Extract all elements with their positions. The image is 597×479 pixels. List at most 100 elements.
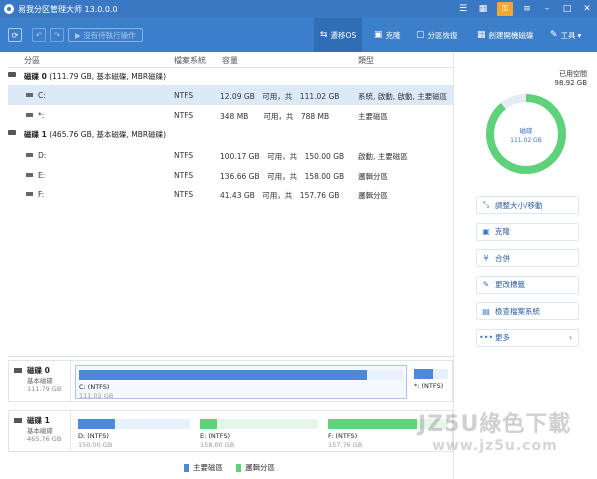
- maximize-icon[interactable]: □: [557, 0, 577, 18]
- close-icon[interactable]: ✕: [577, 0, 597, 18]
- used-space-value: 98.92 GB: [554, 79, 588, 87]
- minimize-icon[interactable]: –: [537, 0, 557, 18]
- tools-menu-button[interactable]: ✎ 工具 ▾: [550, 18, 581, 52]
- partition-recovery-button[interactable]: ▢ 分區恢復: [416, 18, 458, 52]
- partition-icon: [26, 173, 33, 177]
- usage-ring: 磁碟 111.02 GB: [486, 94, 566, 174]
- legend-label: 邏輯分區: [245, 463, 275, 472]
- usage-fill: [78, 419, 115, 429]
- create-bootdisk-button[interactable]: ▦ 創建開機磁碟: [477, 18, 534, 52]
- clone-button[interactable]: ▣ 克隆: [374, 18, 401, 52]
- hdd-icon: [14, 368, 22, 373]
- usage-bar: [78, 419, 190, 429]
- ring-size: 111.02 GB: [510, 137, 542, 144]
- clone-icon: ▣: [374, 30, 383, 40]
- ring-name: 磁碟: [520, 126, 534, 135]
- col-partition[interactable]: 分區: [24, 55, 40, 66]
- usage-fill: [328, 419, 417, 429]
- disk-map-1: 磁碟 1 基本磁碟 465.76 GB D: (NTFS) 150.00 GB …: [8, 410, 453, 452]
- partition-block-name: C: (NTFS): [79, 383, 110, 391]
- partition-row[interactable]: E: NTFS 136.66 GB 可用，共 158.00 GB 邏輯分區: [8, 165, 453, 185]
- merge-button[interactable]: ¥ 合併: [476, 249, 579, 267]
- legend-logical: 邏輯分區: [236, 462, 275, 473]
- key-icon[interactable]: ⚿: [497, 2, 513, 16]
- partition-block-name: *: (NTFS): [414, 382, 444, 390]
- partition-block-name: F: (NTFS): [328, 432, 358, 440]
- partition-name: F:: [38, 190, 45, 199]
- partition-type: 主要磁區: [358, 112, 388, 121]
- partition-block[interactable]: D: (NTFS) 150.00 GB: [75, 415, 193, 449]
- partition-capacity: 100.17 GB 可用，共 150.00 GB: [220, 152, 345, 161]
- partition-fs: NTFS: [174, 111, 194, 120]
- partition-row[interactable]: F: NTFS 41.43 GB 可用，共 157.76 GB 邏輯分區: [8, 184, 453, 204]
- partition-fs: NTFS: [174, 190, 194, 199]
- check-filesystem-button[interactable]: ▤ 檢查檔案系統: [476, 302, 579, 320]
- tools-icon: ✎: [550, 30, 558, 40]
- redo-icon[interactable]: ↷: [50, 28, 64, 42]
- usage-fill: [414, 369, 434, 379]
- used-space-label: 已用空間 98.92 GB: [555, 70, 588, 88]
- partition-block-size: 150.00 GB: [78, 441, 113, 449]
- disk-map-type: 基本磁碟: [27, 377, 53, 385]
- hdd-icon: [14, 418, 22, 423]
- disk-map-size: 465.76 GB: [27, 435, 62, 443]
- menu-icon[interactable]: ≡: [517, 0, 537, 18]
- usage-bar: [414, 369, 448, 379]
- disk-map-info[interactable]: 磁碟 1 基本磁碟 465.76 GB: [9, 411, 71, 451]
- grid-icon[interactable]: ▦: [473, 0, 493, 18]
- partition-block[interactable]: E: (NTFS) 158.00 GB: [197, 415, 321, 449]
- partition-block[interactable]: *: (NTFS): [411, 365, 451, 399]
- hdd-icon: [8, 72, 16, 77]
- more-button[interactable]: ••• 更多 ›: [476, 328, 579, 347]
- watermark-line1: JZ5U綠色下載: [418, 412, 572, 437]
- recovery-icon: ▢: [416, 30, 425, 40]
- partition-row[interactable]: D: NTFS 100.17 GB 可用，共 150.00 GB 啟動, 主要磁…: [8, 145, 453, 165]
- partition-icon: [26, 93, 33, 97]
- col-capacity[interactable]: 容量: [222, 55, 238, 66]
- partition-row[interactable]: C: NTFS 12.09 GB 可用，共 111.02 GB 系統, 啟動, …: [8, 85, 453, 105]
- legend-label: 主要磁區: [193, 463, 223, 472]
- partition-icon: [26, 153, 33, 157]
- usage-bar: [79, 370, 403, 380]
- partition-fs: NTFS: [174, 151, 194, 160]
- partition-type: 邏輯分區: [358, 191, 388, 200]
- undo-icon[interactable]: ↶: [32, 28, 46, 42]
- list-icon[interactable]: ☰: [453, 0, 473, 18]
- app-logo-icon: [4, 4, 14, 14]
- watermark: JZ5U綠色下載 www.jz5u.com: [418, 406, 597, 466]
- partition-capacity: 41.43 GB 可用，共 157.76 GB: [220, 191, 340, 200]
- partition-name: C:: [38, 91, 46, 100]
- title-bar: 易我分区管理大师 13.0.0.0 ☰ ▦ ⚿ ≡ – □ ✕: [0, 0, 597, 18]
- divider: [8, 356, 453, 357]
- label-icon: ✎: [482, 280, 490, 289]
- more-icon: •••: [479, 333, 494, 342]
- partition-name: D:: [38, 151, 47, 160]
- legend-primary: 主要磁區: [184, 462, 223, 473]
- check-icon: ▤: [482, 306, 490, 316]
- col-type[interactable]: 類型: [358, 55, 374, 66]
- change-label-button[interactable]: ✎ 更改標籤: [476, 275, 579, 294]
- col-filesystem[interactable]: 檔案系統: [174, 55, 206, 66]
- resize-move-button[interactable]: ⤡ 調整大小/移動: [476, 196, 579, 214]
- partition-block[interactable]: C: (NTFS) 111.02 GB: [75, 365, 407, 400]
- disk-row[interactable]: 磁碟 1 (465.76 GB, 基本磁碟, MBR磁碟): [8, 127, 453, 141]
- migrate-os-button[interactable]: ⇆ 遷移OS: [314, 18, 363, 52]
- bootdisk-icon: ▦: [477, 30, 486, 40]
- refresh-icon[interactable]: ⟳: [8, 28, 22, 42]
- partition-table-header: 分區 檔案系統 容量 類型: [8, 52, 453, 68]
- chevron-down-icon: ▾: [577, 30, 582, 40]
- partition-icon: [26, 113, 33, 117]
- action-list: ⤡ 調整大小/移動 ▣ 克隆 ¥ 合併 ✎ 更改標籤 ▤ 檢查檔案系統 ••• …: [476, 196, 579, 355]
- pending-operations-button[interactable]: ▶ 沒有待執行操作: [68, 28, 143, 42]
- partition-row[interactable]: *: NTFS 348 MB 可用，共 788 MB 主要磁區: [8, 105, 453, 125]
- partition-block-size: 157.76 GB: [328, 441, 363, 449]
- usage-fill: [200, 419, 217, 429]
- disk-name: 磁碟 0: [24, 72, 47, 81]
- usage-fill: [79, 370, 368, 380]
- usage-bar: [200, 419, 318, 429]
- clone-partition-button[interactable]: ▣ 克隆: [476, 222, 579, 241]
- disk-row[interactable]: 磁碟 0 (111.79 GB, 基本磁碟, MBR磁碟): [8, 69, 453, 83]
- partition-type: 啟動, 主要磁區: [358, 152, 408, 161]
- resize-icon: ⤡: [482, 200, 490, 209]
- disk-map-info[interactable]: 磁碟 0 基本磁碟 111.79 GB: [9, 361, 71, 401]
